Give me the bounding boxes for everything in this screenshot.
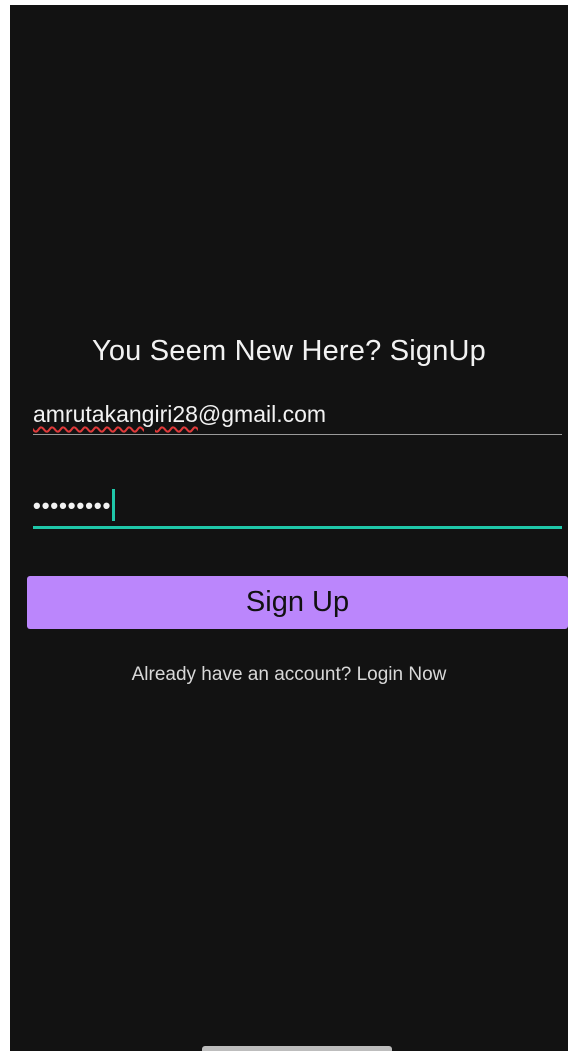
app-screen: You Seem New Here? SignUp amrutakangiri2… [10,5,568,1051]
gesture-nav-handle[interactable] [202,1046,392,1051]
email-input-value[interactable]: amrutakangiri28@gmail.com [33,399,326,429]
email-underline [33,434,562,435]
text-cursor [112,489,116,522]
page-title: You Seem New Here? SignUp [91,335,487,367]
sign-up-button[interactable]: Sign Up [27,576,568,629]
password-input-value[interactable]: ••••••••• [33,489,116,523]
password-masked-text: ••••••••• [33,493,112,518]
email-domain-part: @gmail.com [197,401,327,427]
password-underline-focused [33,526,562,529]
login-now-link[interactable]: Already have an account? Login Now [10,662,568,688]
password-field[interactable]: ••••••••• [33,483,562,529]
email-field[interactable]: amrutakangiri28@gmail.com [33,395,562,435]
email-misspelled-part: amrutakangiri28 [33,401,198,427]
